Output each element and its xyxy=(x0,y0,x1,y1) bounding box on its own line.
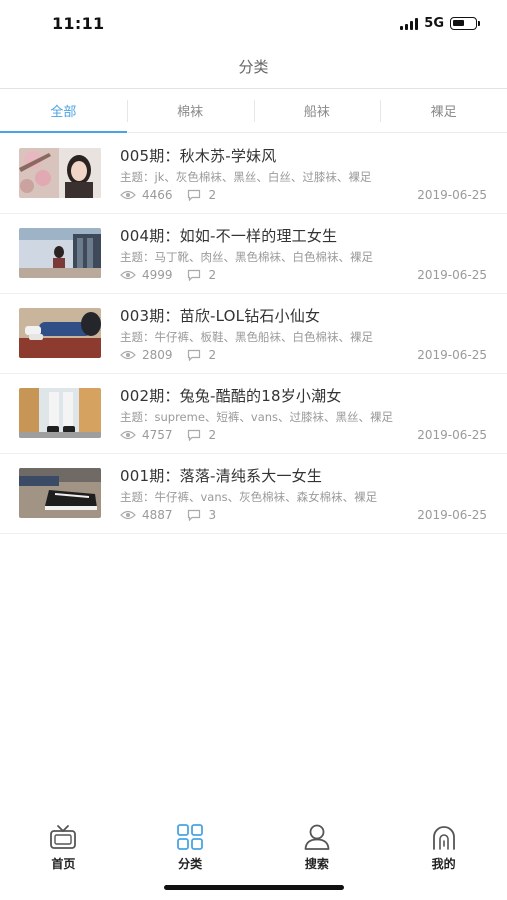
publish-date: 2019-06-25 xyxy=(417,188,487,202)
network-label: 5G xyxy=(424,16,444,31)
tab-search-label: 搜索 xyxy=(304,857,329,871)
tab-category-label: 分类 xyxy=(178,857,203,871)
article-title: 002期：兔兔-酷酷的18岁小潮女 xyxy=(120,387,342,405)
article-title: 004期：如如-不一样的理工女生 xyxy=(120,227,338,245)
tab-search[interactable]: 搜索 xyxy=(254,810,381,880)
article-meta: 4466 2 2019-06-25 xyxy=(120,187,487,203)
comment-icon xyxy=(187,509,200,521)
publish-date: 2019-06-25 xyxy=(417,508,487,522)
bottom-tab-bar: 首页 分类 搜索 我的 xyxy=(0,810,507,880)
publish-date: 2019-06-25 xyxy=(417,268,487,282)
page-title: 分类 xyxy=(238,58,269,76)
tv-icon xyxy=(50,825,77,849)
battery-icon xyxy=(450,17,480,30)
article-title: 003期：苗欣-LOL钻石小仙女 xyxy=(120,307,321,325)
profile-icon xyxy=(432,826,455,850)
thumbnail-image xyxy=(19,228,101,278)
article-title: 001期：落落-清纯系大一女生 xyxy=(120,467,323,485)
comment-count: 2 xyxy=(208,188,217,202)
eye-icon xyxy=(120,510,136,520)
thumbnail-image xyxy=(19,308,101,358)
status-indicators: 5G xyxy=(400,16,480,31)
article-meta: 2809 2 2019-06-25 xyxy=(120,347,487,363)
list-item[interactable]: 003期：苗欣-LOL钻石小仙女 主题：牛仔裤、板鞋、黑色船袜、白色棉袜、裸足 … xyxy=(0,294,507,374)
list-item[interactable]: 004期：如如-不一样的理工女生 主题：马丁靴、肉丝、黑色棉袜、白色棉袜、裸足 … xyxy=(0,214,507,294)
battery-level xyxy=(453,20,464,26)
article-tags: 主题：马丁靴、肉丝、黑色棉袜、白色棉袜、裸足 xyxy=(120,250,373,264)
article-list: 005期：秋木苏-学妹风 主题：jk、灰色棉袜、黑丝、白丝、过膝袜、裸足 446… xyxy=(0,134,507,534)
tab-all[interactable]: 全部 xyxy=(0,89,127,133)
nav-bar: 分类 xyxy=(0,46,507,89)
eye-icon xyxy=(120,350,136,360)
comment-count: 3 xyxy=(208,508,217,522)
tab-category[interactable]: 分类 xyxy=(127,810,254,880)
view-count: 2809 xyxy=(142,348,173,362)
comment-count: 2 xyxy=(208,268,217,282)
status-bar: 11:11 5G xyxy=(0,0,507,46)
thumbnail-image xyxy=(19,468,101,518)
grid-icon xyxy=(177,824,204,850)
tab-home[interactable]: 首页 xyxy=(0,810,127,880)
view-count: 4999 xyxy=(142,268,173,282)
comment-count: 2 xyxy=(208,428,217,442)
signal-icon xyxy=(400,17,419,30)
comment-count: 2 xyxy=(208,348,217,362)
article-title: 005期：秋木苏-学妹风 xyxy=(120,147,277,165)
thumbnail-image xyxy=(19,148,101,198)
comment-icon xyxy=(187,269,200,281)
comment-icon xyxy=(187,189,200,201)
eye-icon xyxy=(120,190,136,200)
comment-icon xyxy=(187,349,200,361)
tab-cotton-socks[interactable]: 棉袜 xyxy=(126,89,254,132)
person-icon xyxy=(304,824,330,850)
eye-icon xyxy=(120,430,136,440)
publish-date: 2019-06-25 xyxy=(417,348,487,362)
eye-icon xyxy=(120,270,136,280)
tab-mine-label: 我的 xyxy=(431,857,456,871)
publish-date: 2019-06-25 xyxy=(417,428,487,442)
tab-home-label: 首页 xyxy=(51,857,76,871)
comment-icon xyxy=(187,429,200,441)
article-tags: 主题：牛仔裤、vans、灰色棉袜、森女棉袜、裸足 xyxy=(120,490,378,504)
article-tags: 主题：jk、灰色棉袜、黑丝、白丝、过膝袜、裸足 xyxy=(120,170,372,184)
tab-barefoot[interactable]: 裸足 xyxy=(380,89,507,132)
category-tabs: 全部 棉袜 船袜 裸足 xyxy=(0,89,507,133)
article-meta: 4999 2 2019-06-25 xyxy=(120,267,487,283)
list-item[interactable]: 002期：兔兔-酷酷的18岁小潮女 主题：supreme、短裤、vans、过膝袜… xyxy=(0,374,507,454)
thumbnail-image xyxy=(19,388,101,438)
article-meta: 4757 2 2019-06-25 xyxy=(120,427,487,443)
status-time: 11:11 xyxy=(52,14,105,33)
article-meta: 4887 3 2019-06-25 xyxy=(120,507,487,523)
tab-boat-socks[interactable]: 船袜 xyxy=(253,89,381,132)
view-count: 4757 xyxy=(142,428,173,442)
tab-mine[interactable]: 我的 xyxy=(380,810,507,880)
article-tags: 主题：牛仔裤、板鞋、黑色船袜、白色棉袜、裸足 xyxy=(120,330,373,344)
list-item[interactable]: 005期：秋木苏-学妹风 主题：jk、灰色棉袜、黑丝、白丝、过膝袜、裸足 446… xyxy=(0,134,507,214)
article-tags: 主题：supreme、短裤、vans、过膝袜、黑丝、裸足 xyxy=(120,410,394,424)
list-item[interactable]: 001期：落落-清纯系大一女生 主题：牛仔裤、vans、灰色棉袜、森女棉袜、裸足… xyxy=(0,454,507,534)
view-count: 4466 xyxy=(142,188,173,202)
view-count: 4887 xyxy=(142,508,173,522)
home-indicator[interactable] xyxy=(164,885,344,890)
